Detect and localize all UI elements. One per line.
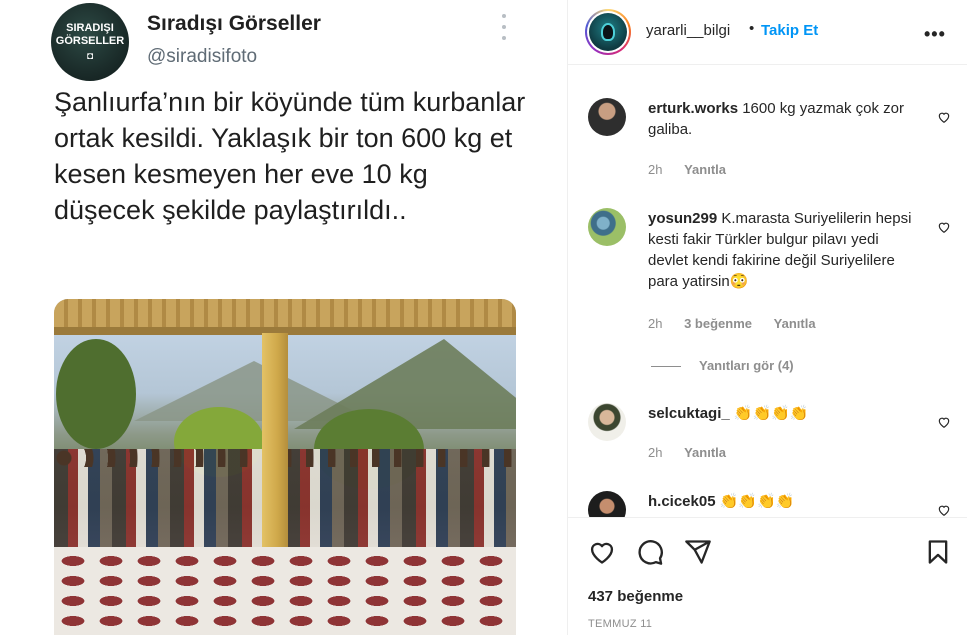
reply-button[interactable]: Yanıtla	[774, 316, 816, 331]
tweet-avatar-line1: SIRADIŞI	[66, 21, 114, 34]
reply-button[interactable]: Yanıtla	[684, 162, 726, 177]
post-media[interactable]: SIRADIŞI GÖRSELLER ◘ Sıradışı Görseller …	[0, 0, 567, 635]
post-header: yararli__bilgi • Takip Et •••	[568, 0, 967, 65]
reply-button[interactable]: Yanıtla	[684, 445, 726, 460]
comment-meta: 2h Yanıtla	[648, 162, 744, 177]
avatar[interactable]	[588, 98, 626, 136]
tweet-author-name: Sıradışı Görseller	[147, 12, 321, 35]
like-heart-icon[interactable]	[588, 538, 616, 566]
comments-list[interactable]: erturk.works 1600 kg yazmak çok zor gali…	[568, 66, 967, 517]
view-replies-label: Yanıtları gör (4)	[699, 358, 794, 373]
author-username[interactable]: yararli__bilgi	[646, 22, 730, 39]
tweet-photo	[54, 299, 516, 635]
camera-icon: ◘	[86, 50, 94, 62]
heart-icon[interactable]	[937, 415, 951, 429]
tweet-avatar: SIRADIŞI GÖRSELLER ◘	[51, 3, 129, 81]
comment-username[interactable]: erturk.works	[648, 100, 738, 117]
post-date: TEMMUZ 11	[588, 618, 653, 630]
comment-body: selcuktagi_ 👏👏👏👏	[648, 403, 916, 424]
comment-time: 2h	[648, 316, 663, 331]
heart-icon[interactable]	[937, 220, 951, 234]
more-vertical-icon	[499, 14, 509, 40]
comment-icon[interactable]	[636, 538, 664, 566]
save-bookmark-icon[interactable]	[924, 538, 952, 566]
tweet-author-handle: @siradisifoto	[147, 46, 258, 67]
tweet-avatar-line2: GÖRSELLER	[55, 34, 125, 47]
follow-button[interactable]: Takip Et	[761, 22, 818, 39]
avatar[interactable]	[588, 491, 626, 517]
clap-emojis: 👏👏👏👏	[733, 405, 809, 422]
header-separator: •	[749, 20, 755, 37]
avatar[interactable]	[588, 208, 626, 246]
author-avatar[interactable]	[585, 9, 631, 55]
comment-username[interactable]: selcuktagi_	[648, 405, 730, 422]
post-actions: 437 beğenme TEMMUZ 11	[568, 517, 967, 635]
avatar[interactable]	[588, 403, 626, 441]
share-icon[interactable]	[684, 538, 712, 566]
options-icon[interactable]: •••	[924, 24, 946, 45]
comment-likes[interactable]: 3 beğenme	[684, 316, 752, 331]
comment-username[interactable]: yosun299	[648, 210, 717, 227]
instagram-post-view: SIRADIŞI GÖRSELLER ◘ Sıradışı Görseller …	[0, 0, 967, 635]
tweet-text: Şanlıurfa’nın bir köyünde tüm kurbanlar …	[54, 87, 526, 225]
heart-icon[interactable]	[937, 110, 951, 124]
view-replies-button[interactable]: Yanıtları gör (4)	[651, 358, 794, 373]
comment-time: 2h	[648, 162, 663, 177]
comment-body: erturk.works 1600 kg yazmak çok zor gali…	[648, 98, 916, 140]
comment-time: 2h	[648, 445, 663, 460]
comment-username[interactable]: h.cicek05	[648, 493, 716, 510]
clap-emojis: 👏👏👏👏	[719, 493, 795, 510]
likes-count[interactable]: 437 beğenme	[588, 588, 683, 605]
post-side-panel: yararli__bilgi • Takip Et ••• erturk.wor…	[568, 0, 967, 635]
comment-body: h.cicek05 👏👏👏👏	[648, 491, 916, 512]
heart-icon[interactable]	[937, 503, 951, 517]
flushed-emoji: 😳	[729, 273, 749, 290]
comment-meta: 2h 3 beğenme Yanıtla	[648, 316, 834, 331]
comment-meta: 2h Yanıtla	[648, 445, 744, 460]
comment-body: yosun299 K.marasta Suriyelilerin hepsi k…	[648, 208, 916, 292]
